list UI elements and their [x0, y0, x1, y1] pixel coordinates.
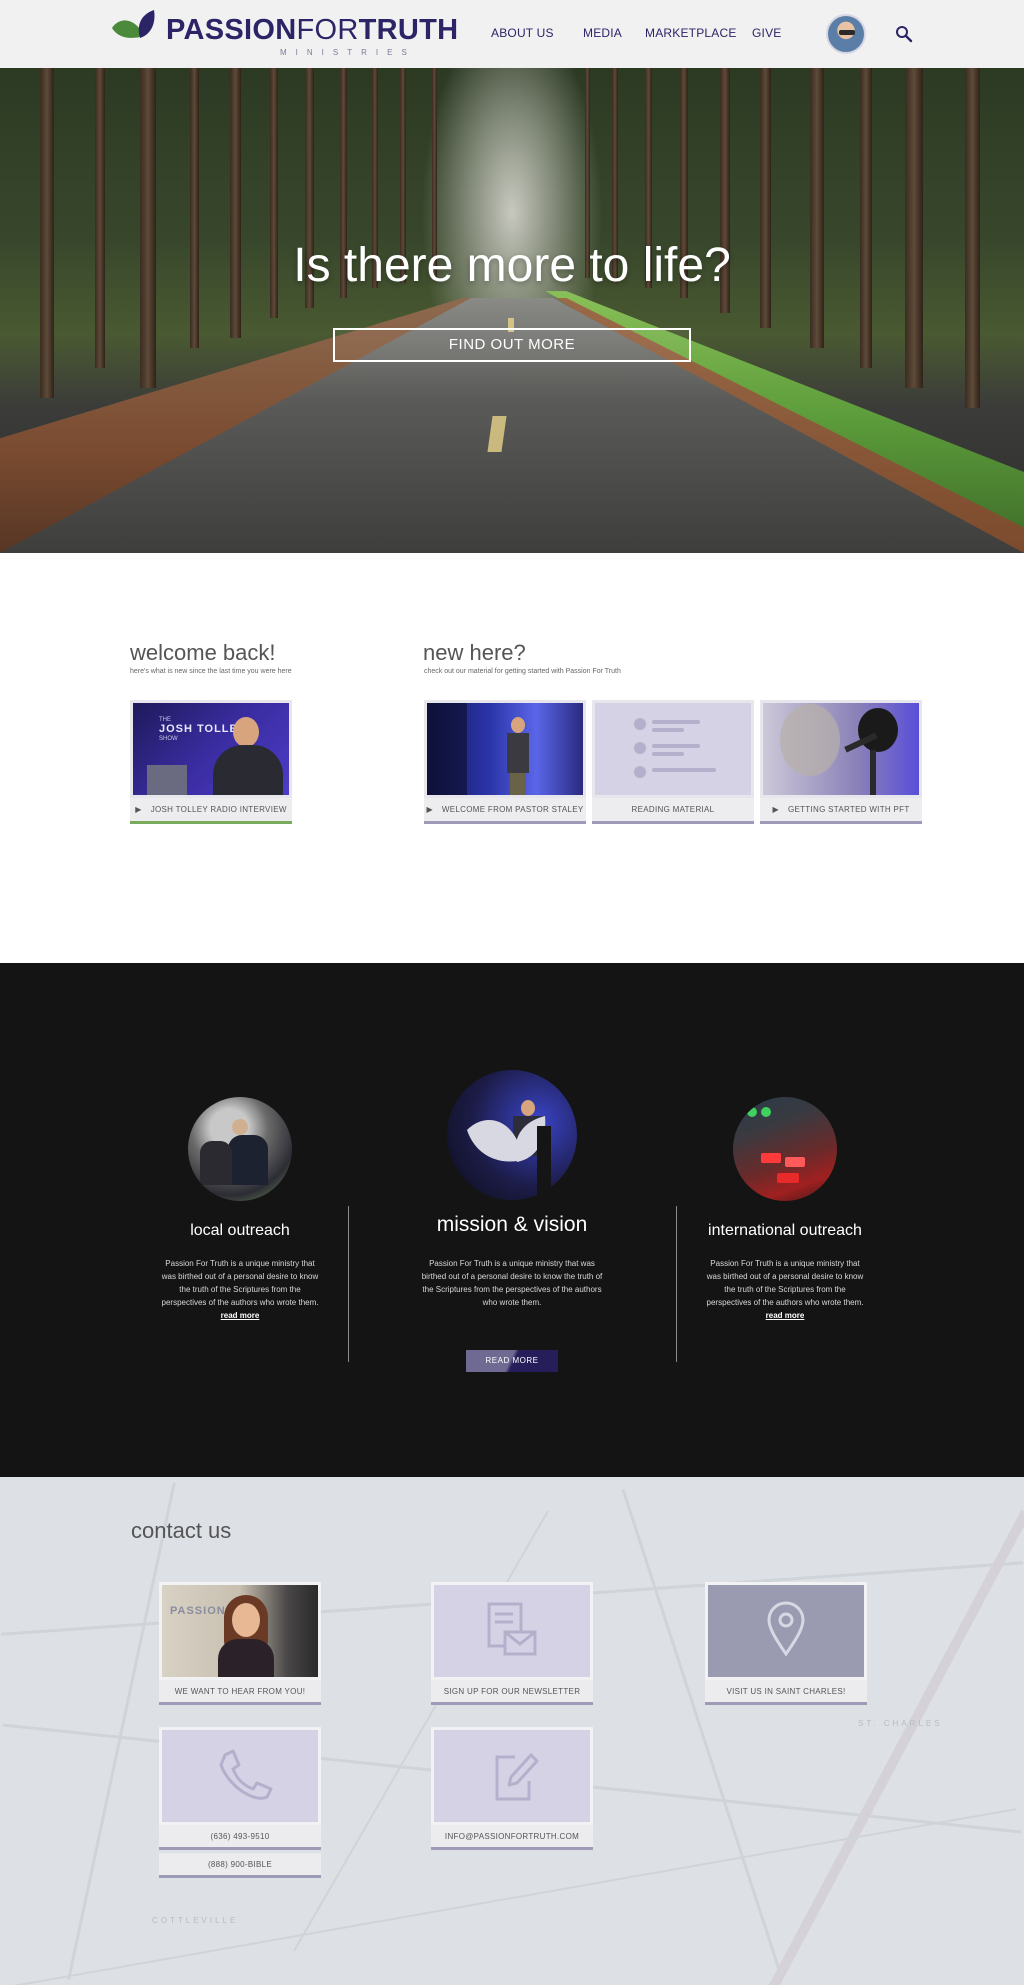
mission-vision-image	[447, 1070, 577, 1200]
location-thumbnail[interactable]	[705, 1582, 867, 1680]
welcome-back-subtitle: here's what is new since the last time y…	[130, 668, 292, 675]
contact-photo[interactable]: PASSION	[159, 1582, 321, 1680]
nav-media[interactable]: MEDIA	[583, 26, 622, 40]
site-header: PASSIONFORTRUTH MINISTRIES ABOUT US MEDI…	[0, 0, 1024, 68]
new-here-title: new here?	[423, 640, 526, 665]
video-thumbnail[interactable]	[760, 700, 922, 798]
play-icon: ▶	[772, 805, 779, 814]
hero-title: Is there more to life?	[293, 239, 731, 292]
nav-give[interactable]: GIVE	[752, 26, 781, 40]
location-pin-icon	[767, 1601, 805, 1657]
video-thumbnail[interactable]: THE JOSH TOLLEY SHOW	[130, 700, 292, 798]
welcome-back-title: welcome back!	[130, 640, 276, 665]
site-logo[interactable]: PASSIONFORTRUTH MINISTRIES	[110, 10, 458, 57]
leaf-logo-icon	[112, 10, 155, 38]
play-icon: ▶	[426, 805, 433, 814]
newsletter-thumbnail[interactable]	[431, 1582, 593, 1680]
card-label[interactable]: ▶ GETTING STARTED WITH PFT	[760, 798, 922, 824]
avatar[interactable]	[826, 14, 866, 54]
microphone-icon	[780, 704, 898, 795]
divider	[676, 1206, 677, 1362]
play-icon: ▶	[135, 805, 142, 814]
contact-us-title: contact us	[131, 1518, 232, 1543]
contact-card-visit[interactable]: VISIT US IN SAINT CHARLES!	[705, 1582, 867, 1705]
find-out-more-button[interactable]: FIND OUT MORE	[333, 328, 691, 362]
card-label[interactable]: SIGN UP FOR OUR NEWSLETTER	[431, 1680, 593, 1705]
contact-card-email[interactable]: INFO@PASSIONFORTRUTH.COM	[431, 1727, 593, 1850]
card-label[interactable]: ▶ WELCOME FROM PASTOR STALEY	[424, 798, 586, 824]
local-outreach-image	[188, 1097, 292, 1201]
phone-number-label[interactable]: (888) 900-BIBLE	[159, 1853, 321, 1878]
contact-card-phone[interactable]: (636) 493-9510 (888) 900-BIBLE	[159, 1727, 321, 1878]
map-label: ST. CHARLES	[858, 1719, 943, 1728]
document-list-icon	[634, 718, 716, 778]
logo-subtitle: MINISTRIES	[280, 48, 416, 57]
phone-number-label[interactable]: (636) 493-9510	[159, 1825, 321, 1850]
map-label: COTTLEVILLE	[152, 1916, 239, 1925]
card-reading-material[interactable]: READING MATERIAL	[592, 700, 754, 824]
card-label[interactable]: INFO@PASSIONFORTRUTH.COM	[431, 1825, 593, 1850]
edit-icon	[495, 1753, 539, 1801]
mission-vision-text: Passion For Truth is a unique ministry t…	[421, 1259, 603, 1307]
card-label[interactable]: ▶ JOSH TOLLEY RADIO INTERVIEW	[130, 798, 292, 824]
local-outreach-read-more-link[interactable]: read more	[221, 1311, 260, 1320]
hero-banner: Is there more to life? FIND OUT MORE	[0, 68, 1024, 553]
phone-icon	[219, 1749, 273, 1800]
nav-about-us[interactable]: ABOUT US	[491, 26, 554, 40]
international-outreach-text: Passion For Truth is a unique ministry t…	[706, 1259, 864, 1320]
card-label[interactable]: VISIT US IN SAINT CHARLES!	[705, 1680, 867, 1705]
contact-card-newsletter[interactable]: SIGN UP FOR OUR NEWSLETTER	[431, 1582, 593, 1705]
card-welcome-pastor[interactable]: ▶ WELCOME FROM PASTOR STALEY	[424, 700, 586, 824]
local-outreach-title: local outreach	[190, 1222, 290, 1239]
reading-thumbnail[interactable]	[592, 700, 754, 798]
divider	[348, 1206, 349, 1362]
card-josh-tolley[interactable]: THE JOSH TOLLEY SHOW ▶ JOSH TOLLEY RADIO …	[130, 700, 292, 824]
international-outreach-image	[733, 1097, 837, 1201]
mission-vision-title: mission & vision	[436, 1213, 588, 1236]
logo-wordmark: PASSIONFORTRUTH	[166, 14, 459, 46]
card-label[interactable]: READING MATERIAL	[592, 798, 754, 824]
card-getting-started[interactable]: ▶ GETTING STARTED WITH PFT	[760, 700, 922, 824]
international-outreach-read-more-link[interactable]: read more	[766, 1311, 805, 1320]
card-label[interactable]: WE WANT TO HEAR FROM YOU!	[159, 1680, 321, 1705]
phone-thumbnail[interactable]	[159, 1727, 321, 1825]
video-thumbnail[interactable]	[424, 700, 586, 798]
contact-card-hear-from-you[interactable]: PASSION WE WANT TO HEAR FROM YOU!	[159, 1582, 321, 1705]
read-more-button[interactable]: READ MORE	[466, 1350, 558, 1372]
leaf-logo-icon	[467, 1116, 551, 1200]
international-outreach-title: international outreach	[708, 1222, 862, 1239]
search-icon[interactable]	[894, 24, 914, 44]
newsletter-icon	[487, 1602, 537, 1656]
new-here-subtitle: check out our material for getting start…	[424, 668, 621, 675]
email-thumbnail[interactable]	[431, 1727, 593, 1825]
local-outreach-text: Passion For Truth is a unique ministry t…	[161, 1259, 319, 1320]
nav-marketplace[interactable]: MARKETPLACE	[645, 26, 737, 40]
